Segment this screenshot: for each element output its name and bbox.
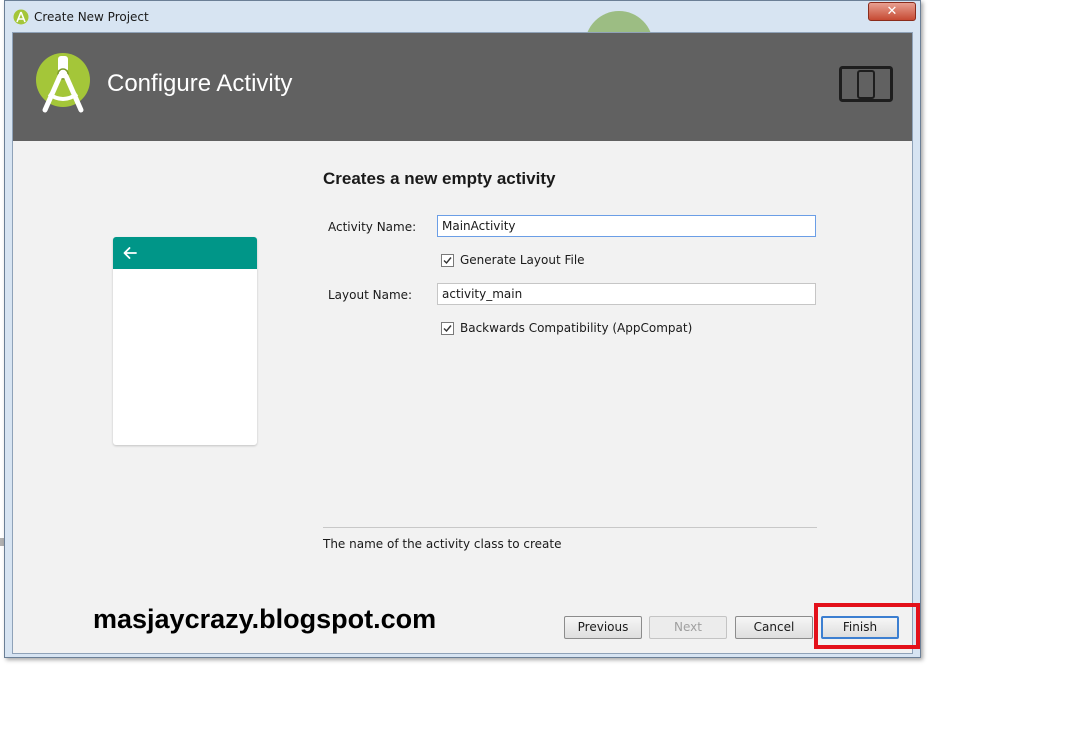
close-icon: ✕ <box>886 4 898 19</box>
layout-name-value: activity_main <box>442 287 523 301</box>
android-studio-small-icon <box>13 9 29 25</box>
android-studio-icon <box>36 53 90 113</box>
cancel-button[interactable]: Cancel <box>735 616 813 639</box>
cancel-label: Cancel <box>753 620 795 634</box>
page-title: Configure Activity <box>107 70 293 97</box>
divider <box>323 527 817 528</box>
previous-label: Previous <box>577 620 629 634</box>
next-label: Next <box>674 620 702 634</box>
layout-name-label: Layout Name: <box>328 288 413 302</box>
activity-name-input[interactable]: MainActivity <box>437 215 816 237</box>
next-button[interactable]: Next <box>649 616 727 639</box>
finish-highlight-box <box>814 603 920 649</box>
watermark-text: masjaycrazy.blogspot.com <box>93 604 437 634</box>
checkbox-check-icon <box>443 257 452 265</box>
activity-preview <box>113 237 257 445</box>
activity-name-label: Activity Name: <box>328 220 417 234</box>
backwards-compat-checkbox[interactable] <box>441 322 454 335</box>
close-button[interactable]: ✕ <box>868 2 916 21</box>
wizard-content: Configure Activity Creates a new empty a… <box>12 32 913 654</box>
field-description: The name of the activity class to create <box>323 537 562 551</box>
preview-toolbar <box>113 237 257 269</box>
previous-button[interactable]: Previous <box>564 616 642 639</box>
form-heading: Creates a new empty activity <box>323 169 556 188</box>
wizard-header: Configure Activity <box>13 33 912 141</box>
device-icon <box>839 66 893 102</box>
checkbox-check-icon <box>443 325 452 333</box>
background-logo-fragment <box>584 10 654 34</box>
titlebar[interactable]: Create New Project ✕ <box>5 1 920 33</box>
activity-name-value: MainActivity <box>442 219 516 233</box>
generate-layout-checkbox[interactable] <box>441 254 454 267</box>
create-project-window: Create New Project ✕ Configure Activity <box>4 0 921 658</box>
layout-name-input[interactable]: activity_main <box>437 283 816 305</box>
window-title: Create New Project <box>34 10 149 24</box>
back-arrow-icon <box>123 247 137 259</box>
generate-layout-label[interactable]: Generate Layout File <box>460 253 585 267</box>
backwards-compat-label[interactable]: Backwards Compatibility (AppCompat) <box>460 321 692 335</box>
